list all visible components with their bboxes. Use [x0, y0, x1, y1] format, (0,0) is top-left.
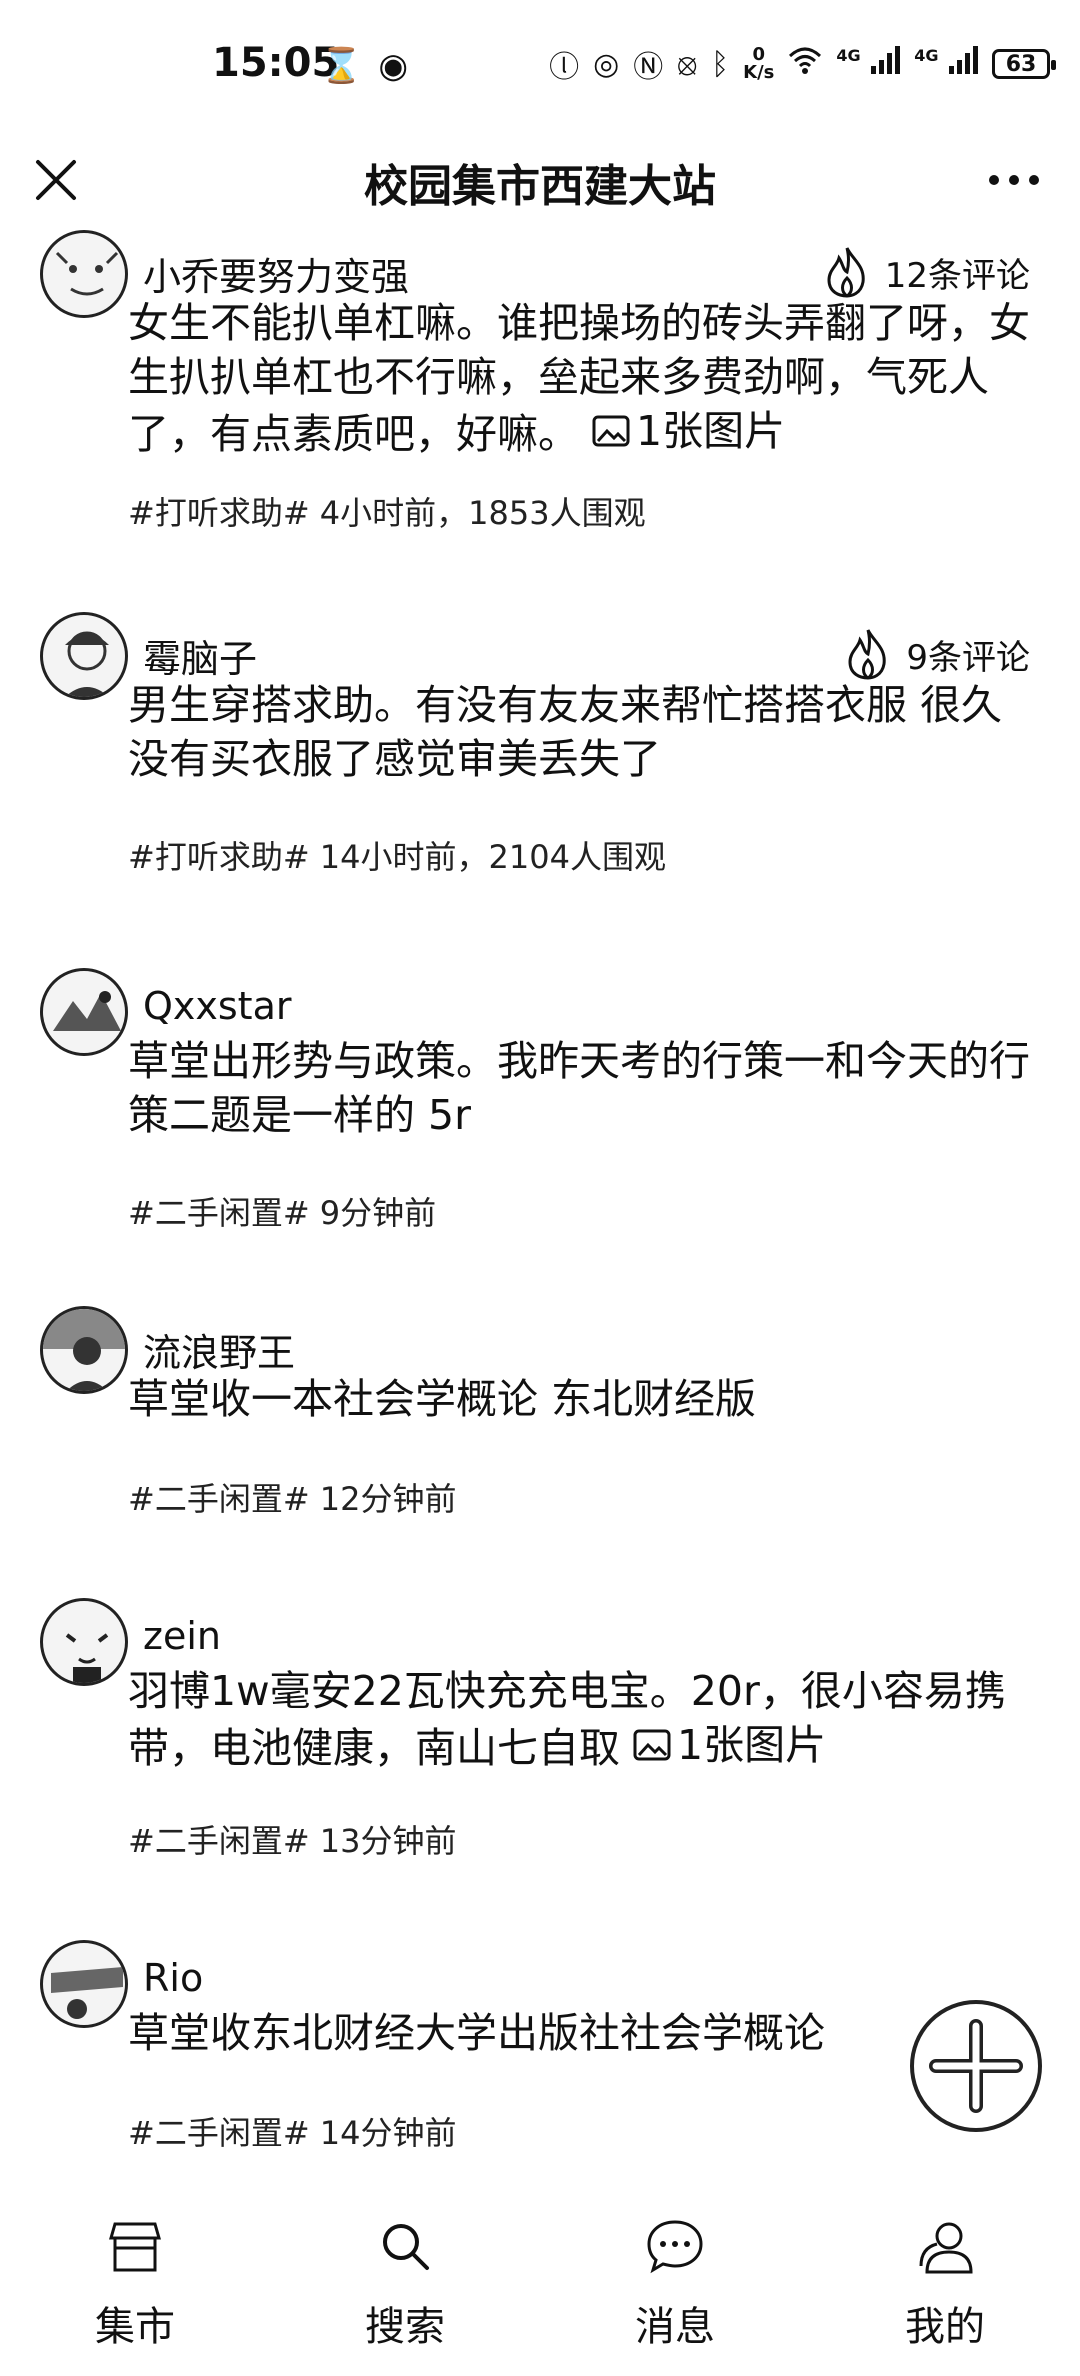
avatar[interactable]: [40, 612, 128, 700]
post-item[interactable]: 小乔要努力变强 12条评论 女生不能扒单杠嘛。谁把操场的砖头弄翻了呀，女生扒扒单…: [0, 230, 1080, 540]
post-meta: #二手闲置# 14分钟前: [128, 2114, 457, 2152]
username[interactable]: Qxxstar: [143, 984, 292, 1028]
avatar[interactable]: [40, 1940, 128, 2028]
image-attachment[interactable]: 1张图片: [592, 404, 785, 458]
username[interactable]: zein: [143, 1614, 221, 1658]
post-meta: #打听求助# 4小时前，1853人围观: [128, 494, 646, 532]
more-icon: [989, 175, 1039, 185]
avatar[interactable]: [40, 1598, 128, 1686]
image-attachment[interactable]: 1张图片: [633, 1718, 826, 1772]
post-item[interactable]: 霉脑子 9条评论 男生穿搭求助。有没有友友来帮忙搭搭衣服 很久没有买衣服了感觉审…: [0, 612, 1080, 912]
status-bar: 15:05 ⌛ ◉ ⓛ ◎ Ⓝ ⦻ ᛒ 0 K/s 4G 4G 63: [0, 0, 1080, 130]
search-icon: [383, 2224, 429, 2270]
comment-count[interactable]: 9条评论: [844, 628, 1030, 680]
post-text: 草堂收东北财经大学出版社社会学概论: [128, 2009, 825, 2057]
post-meta: #二手闲置# 13分钟前: [128, 1822, 457, 1860]
hd-call-icon: ⓛ: [549, 50, 580, 85]
plus-icon: [929, 2019, 1023, 2113]
add-post-button[interactable]: [910, 2000, 1042, 2132]
user-icon: [919, 2222, 973, 2274]
status-right: ⓛ ◎ Ⓝ ⦻ ᛒ 0 K/s 4G 4G 63: [549, 42, 1056, 86]
image-icon: [592, 415, 630, 447]
post-meta: #打听求助# 14小时前，2104人围观: [128, 838, 666, 876]
username[interactable]: 小乔要努力变强: [143, 246, 409, 301]
username[interactable]: 流浪野王: [143, 1322, 295, 1377]
post-item[interactable]: Qxxstar 草堂出形势与政策。我昨天考的行策一和今天的行策二题是一样的 5r…: [0, 968, 1080, 1238]
post-item[interactable]: zein 羽博1w毫安22瓦快充充电宝。20r，很小容易携带，电池健康，南山七自…: [0, 1598, 1080, 1878]
fire-icon: [827, 247, 865, 298]
post-text: 草堂出形势与政策。我昨天考的行策一和今天的行策二题是一样的 5r: [128, 1037, 1030, 1139]
nav-item-messages[interactable]: 消息: [540, 2200, 810, 2376]
image-icon: [633, 1729, 671, 1761]
fire-icon: [848, 629, 886, 680]
post-text: 男生穿搭求助。有没有友友来帮忙搭搭衣服 很久没有买衣服了感觉审美丢失了: [128, 681, 1003, 783]
page-title: 校园集市西建大站: [364, 161, 716, 212]
post-text: 草堂收一本社会学概论 东北财经版: [128, 1375, 757, 1423]
network-speed: 0 K/s: [743, 44, 775, 83]
post-item[interactable]: 流浪野王 草堂收一本社会学概论 东北财经版 #二手闲置# 12分钟前: [0, 1306, 1080, 1526]
wifi-icon: [788, 46, 822, 82]
nav-label-market: 集市: [95, 2304, 175, 2350]
vibrate-icon: ⦻: [677, 46, 698, 82]
signal-icon-1: 4G: [836, 46, 901, 82]
nav-item-search[interactable]: 搜索: [270, 2200, 540, 2376]
hourglass-icon: ⌛: [320, 46, 363, 86]
nav-item-mine[interactable]: 我的: [810, 2200, 1080, 2376]
status-left-icons: ⌛ ◉: [320, 46, 408, 86]
nfc-icon: Ⓝ: [633, 50, 664, 85]
eye-icon: ◎: [593, 46, 620, 82]
avatar[interactable]: [40, 968, 128, 1056]
post-meta: #二手闲置# 12分钟前: [128, 1480, 457, 1518]
post-text: 女生不能扒单杠嘛。谁把操场的砖头弄翻了呀，女生扒扒单杠也不行嘛，垒起来多费劲啊，…: [128, 299, 1030, 458]
post-meta: #二手闲置# 9分钟前: [128, 1194, 437, 1232]
username[interactable]: Rio: [143, 1956, 203, 2000]
avatar[interactable]: [40, 1306, 128, 1394]
post-text: 羽博1w毫安22瓦快充充电宝。20r，很小容易携带，电池健康，南山七自取 1张图…: [128, 1667, 1006, 1772]
nav-label-messages: 消息: [635, 2304, 715, 2350]
bottom-nav: 集市 搜索 消息 我的: [0, 2200, 1080, 2376]
app-notification-icon: ◉: [378, 46, 409, 86]
top-bar: 校园集市西建大站: [0, 130, 1080, 230]
nav-label-mine: 我的: [905, 2304, 985, 2350]
comment-count[interactable]: 12条评论: [823, 246, 1030, 298]
message-icon: [647, 2220, 703, 2274]
bluetooth-icon: ᛒ: [711, 46, 730, 82]
avatar[interactable]: [40, 230, 128, 318]
battery-indicator: 63: [992, 49, 1056, 79]
username[interactable]: 霉脑子: [143, 628, 257, 683]
signal-icon-2: 4G: [914, 46, 978, 82]
nav-label-search: 搜索: [365, 2304, 445, 2350]
more-button[interactable]: [984, 152, 1044, 208]
shop-icon: [109, 2222, 161, 2272]
nav-item-market[interactable]: 集市: [0, 2200, 270, 2376]
